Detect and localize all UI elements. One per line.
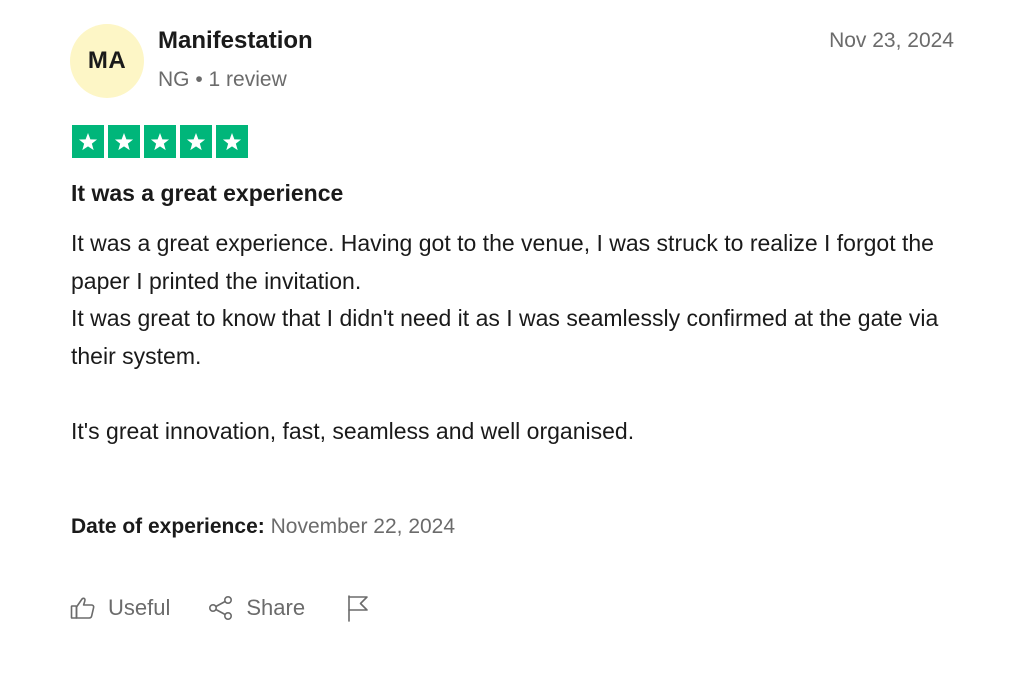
useful-label: Useful [108,595,171,620]
star-rating [72,125,248,158]
review-date: Nov 23, 2024 [829,29,954,52]
reviewer-meta: NG • 1 review [158,68,287,92]
meta-separator: • [195,68,203,91]
review-body-line: It's great innovation, fast, seamless an… [71,417,635,444]
star-icon [216,125,248,158]
useful-button[interactable]: Useful [70,595,170,621]
star-icon [72,125,104,158]
share-label: Share [246,595,306,620]
flag-icon [345,594,371,622]
reviewer-name[interactable]: Manifestation [158,27,313,55]
star-icon [180,125,212,158]
share-button[interactable]: Share [208,595,305,621]
review-body-line: It was great to know that I didn't need … [71,305,939,369]
star-icon [108,125,140,158]
review-body: It was a great experience. Having got to… [71,225,971,450]
review-body-line: It was a great experience. Having got to… [71,230,934,294]
date-of-experience: Date of experience: November 22, 2024 [71,515,455,539]
avatar[interactable]: MA [70,24,144,98]
report-flag-button[interactable] [345,594,371,622]
thumbs-up-icon [70,596,96,620]
share-icon [208,595,234,621]
star-icon [144,125,176,158]
reviewer-review-count: 1 review [208,68,287,91]
review-title[interactable]: It was a great experience [71,180,343,207]
experience-date: November 22, 2024 [270,515,456,538]
reviewer-country: NG [158,68,190,91]
review-card: MA Manifestation NG • 1 review Nov 23, 2… [0,0,1024,687]
experience-label: Date of experience: [71,515,265,538]
review-actions: Useful Share [70,594,371,622]
